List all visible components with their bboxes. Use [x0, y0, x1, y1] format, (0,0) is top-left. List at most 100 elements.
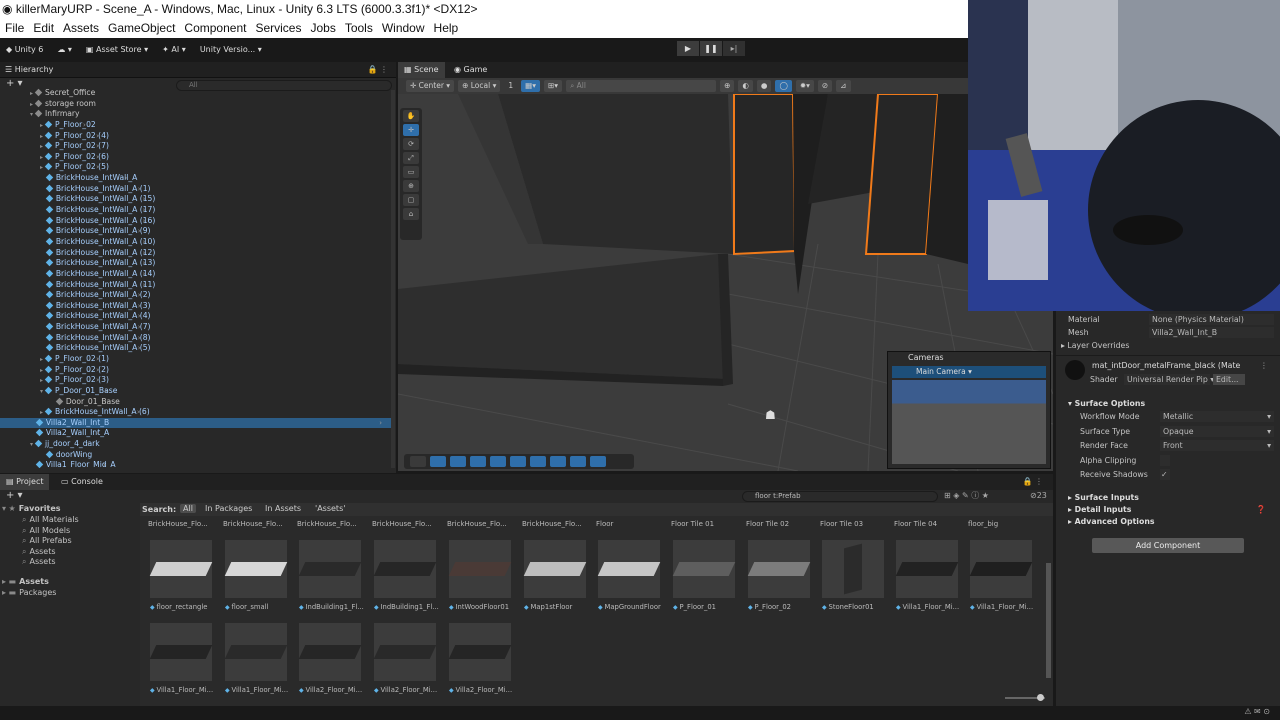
asset-item[interactable]: ◆ Villa1_Floor_Mi... — [969, 540, 1034, 611]
hierarchy-item[interactable]: doorWing › — [40, 450, 92, 461]
foldout-arrow-icon[interactable]: ▸ — [40, 122, 43, 129]
asset-item[interactable]: ◆ Map1stFloor — [523, 540, 588, 611]
asset-thumbnail[interactable] — [969, 540, 1033, 598]
probuilder-tool-icon[interactable]: ⌂ — [403, 208, 419, 220]
property-dropdown[interactable]: Front ▾ — [1160, 440, 1274, 451]
open-prefab-chevron-icon[interactable]: › — [143, 216, 146, 227]
asset-thumbnail[interactable] — [895, 540, 959, 598]
property-dropdown[interactable]: Opaque ▾ — [1160, 425, 1274, 437]
hierarchy-tab[interactable]: ☰ Hierarchy 🔒 ⋮ — [0, 62, 396, 78]
hierarchy-item[interactable]: BrickHouse_IntWall_A (11) › — [40, 280, 155, 291]
filter-icons[interactable]: ⊞ ◈ ✎ ⓘ ★ — [944, 490, 989, 502]
grid-icon[interactable] — [490, 456, 506, 467]
asset-thumbnail[interactable] — [149, 540, 213, 598]
asset-item[interactable]: ◆ Villa2_Floor_Mi... — [373, 623, 438, 694]
hierarchy-item[interactable]: ▸ BrickHouse_IntWall_A (6) › — [40, 407, 150, 418]
asset-item[interactable]: ◆ IndBuilding1_Fl... — [373, 540, 439, 611]
foldout-arrow-icon[interactable]: ▸ — [40, 133, 43, 140]
asset-label[interactable]: BrickHouse_Flo... — [297, 520, 357, 528]
asset-label[interactable]: floor_big — [968, 520, 998, 528]
hidden-objects-icon[interactable]: ⊘ — [817, 80, 833, 92]
favorite-item[interactable]: ⌕ All Prefabs — [22, 536, 72, 546]
asset-label[interactable]: BrickHouse_Flo... — [148, 520, 208, 528]
search-scope-button[interactable]: In Assets — [262, 504, 304, 513]
hierarchy-item[interactable]: BrickHouse_IntWall_A (7) › — [40, 322, 151, 333]
open-prefab-chevron-icon[interactable]: › — [143, 237, 146, 248]
foldout-arrow-icon[interactable] — [30, 420, 34, 427]
foldout-arrow-icon[interactable] — [40, 186, 44, 193]
foldout-arrow-icon[interactable]: ▾ — [30, 111, 33, 118]
asset-item[interactable]: ◆ Villa1_Floor_Mi... — [895, 540, 960, 611]
property-checkbox[interactable] — [1160, 454, 1170, 466]
asset-scrollbar[interactable] — [1046, 563, 1051, 678]
hierarchy-item[interactable]: BrickHouse_IntWall_A (12) › — [40, 248, 155, 259]
foldout-arrow-icon[interactable] — [40, 452, 44, 459]
foldout-arrow-icon[interactable]: ▸ — [30, 101, 33, 108]
foldout-arrow-icon[interactable] — [40, 207, 44, 214]
foldout-arrow-icon[interactable]: ▸ — [40, 164, 43, 171]
foldout-arrow-icon[interactable]: ▸ — [40, 154, 43, 161]
menu-tools[interactable]: Tools — [345, 19, 373, 38]
foldout-arrow-icon[interactable]: ▸ — [30, 90, 33, 97]
rotate-icon[interactable] — [510, 456, 526, 467]
draw-mode-icon[interactable]: ⊕ — [720, 80, 735, 92]
menu-component[interactable]: Component — [184, 19, 246, 38]
open-prefab-chevron-icon[interactable]: › — [137, 407, 140, 418]
pause-button[interactable]: ❚❚ — [700, 41, 722, 56]
open-prefab-chevron-icon[interactable]: › — [138, 290, 141, 301]
effects-icon[interactable]: ✹▾ — [795, 80, 814, 92]
asset-item[interactable]: ◆ Villa2_Floor_Mi... — [448, 623, 513, 694]
asset-thumbnail[interactable] — [373, 540, 437, 598]
menu-gameobject[interactable]: GameObject — [108, 19, 175, 38]
asset-item[interactable]: ◆ P_Floor_02 — [747, 540, 812, 611]
zoom-icon[interactable] — [550, 456, 566, 467]
center-icon[interactable] — [570, 456, 586, 467]
asset-thumbnail[interactable] — [224, 540, 288, 598]
asset-label[interactable]: Floor Tile 03 — [820, 520, 863, 528]
hierarchy-item[interactable]: ▸ P_Floor_02 (6) › — [40, 152, 109, 163]
asset-thumbnail[interactable] — [822, 540, 884, 598]
foldout-arrow-icon[interactable] — [40, 324, 44, 331]
hierarchy-item[interactable]: ▸ storage room — [30, 99, 96, 110]
menu-jobs[interactable]: Jobs — [310, 19, 335, 38]
asset-thumbnail[interactable] — [448, 540, 512, 598]
asset-store-button[interactable]: ▣ Asset Store ▾ — [86, 45, 148, 54]
camera-select[interactable]: Main Camera ▾ — [892, 366, 1046, 378]
asset-thumbnail[interactable] — [597, 540, 661, 598]
tab-game[interactable]: ◉ Game — [448, 62, 493, 78]
hierarchy-item[interactable]: BrickHouse_IntWall_A (4) › — [40, 311, 151, 322]
step-button[interactable]: ▸| — [723, 41, 745, 56]
property-checkbox[interactable]: ✓ — [1160, 469, 1170, 480]
cloud-icon[interactable]: ☁ ▾ — [57, 45, 72, 54]
foldout-arrow-icon[interactable]: ▸ — [40, 367, 43, 374]
account-button[interactable]: ◆ Unity 6 — [6, 45, 43, 54]
asset-thumbnail[interactable] — [298, 623, 362, 681]
tab-scene[interactable]: ▦ Scene — [398, 62, 445, 78]
open-prefab-chevron-icon[interactable]: › — [138, 333, 141, 344]
hierarchy-item[interactable]: ▾ jj_door_4_dark › — [30, 439, 100, 450]
hierarchy-item[interactable]: BrickHouse_IntWall_A (13) › — [40, 258, 155, 269]
hierarchy-item[interactable]: Villa1_Floor_Mid_A › — [30, 460, 116, 468]
foldout-arrow-icon[interactable] — [30, 462, 34, 468]
custom-tool-icon[interactable]: ▢ — [403, 194, 419, 206]
scene-search-input[interactable]: ⌕ All — [566, 80, 717, 92]
favorite-item[interactable]: ⌕ Assets — [22, 547, 56, 557]
open-prefab-chevron-icon[interactable]: › — [87, 439, 90, 450]
mesh-field[interactable]: Villa2_Wall_Int_B — [1149, 327, 1274, 338]
select-icon[interactable] — [410, 456, 426, 467]
2d-icon[interactable]: ◐ — [738, 80, 753, 92]
asset-thumbnail[interactable] — [672, 540, 736, 598]
hierarchy-item[interactable]: ▸ P_Floor_02 (1) › — [40, 354, 109, 365]
align-icon[interactable] — [470, 456, 486, 467]
grid-icon[interactable]: ▦▾ — [521, 80, 540, 92]
foldout-arrow-icon[interactable] — [40, 239, 44, 246]
search-scope-button[interactable]: In Packages — [202, 504, 255, 513]
favorite-item[interactable]: ⌕ All Materials — [22, 515, 79, 525]
open-prefab-chevron-icon[interactable]: › — [96, 354, 99, 365]
lighting-icon[interactable]: ● — [756, 80, 772, 92]
root-folder[interactable]: ▸ ▬ Assets — [2, 577, 49, 586]
open-prefab-chevron-icon[interactable]: › — [143, 258, 146, 269]
open-prefab-chevron-icon[interactable]: › — [96, 162, 99, 173]
favorite-item[interactable]: ⌕ All Models — [22, 526, 70, 536]
asset-label[interactable]: BrickHouse_Flo... — [522, 520, 582, 528]
